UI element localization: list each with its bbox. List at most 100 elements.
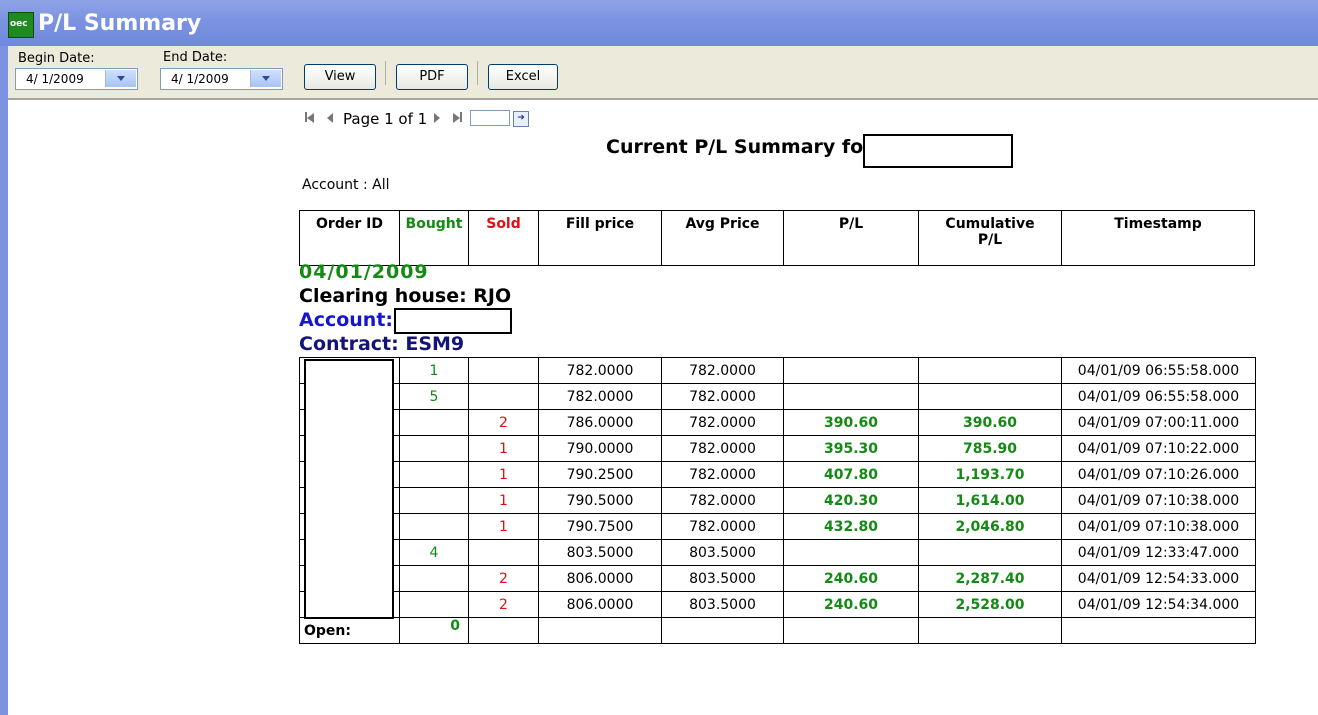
table-row: 1 790.7500 782.0000 432.80 2,046.80 04/01/09 …: [299, 513, 1256, 540]
timestamp-cell: 04/01/09 12:33:47.000: [1061, 539, 1256, 566]
pl-cell: 240.60: [783, 565, 919, 592]
window-left-border: [0, 46, 8, 715]
next-page-icon[interactable]: [434, 113, 440, 123]
page-indicator: Page 1 of 1: [343, 110, 428, 128]
open-row-empty-cell: [918, 617, 1062, 644]
table-row: 1 782.0000 782.0000 04/01/09 06:55:58.000: [299, 357, 1256, 384]
page-number-input[interactable]: [470, 110, 510, 126]
pl-cell: 390.60: [783, 409, 919, 436]
header-cumulative-pl-label: Cumulative P/L: [945, 216, 1035, 248]
clearing-house: Clearing house: RJO: [299, 285, 512, 307]
sold-cell: 1: [468, 461, 539, 488]
avg-price-cell: 803.5000: [661, 591, 784, 618]
go-to-page-icon[interactable]: ➜: [513, 111, 529, 127]
cumulative-pl-cell: 1,614.00: [918, 487, 1062, 514]
fill-price-cell: 782.0000: [538, 383, 662, 410]
header-row: Order ID Bought Sold Fill price Avg Pric…: [299, 210, 1255, 266]
app-icon-text: oec: [10, 19, 28, 29]
fill-price-cell: 790.5000: [538, 487, 662, 514]
pdf-button[interactable]: PDF: [396, 64, 468, 90]
sold-cell: 1: [468, 487, 539, 514]
open-row-empty-cell: [468, 617, 539, 644]
avg-price-cell: 782.0000: [661, 513, 784, 540]
cumulative-pl-cell: 2,528.00: [918, 591, 1062, 618]
open-label: Open:: [299, 617, 400, 644]
avg-price-cell: 782.0000: [661, 383, 784, 410]
header-timestamp: Timestamp: [1061, 210, 1255, 266]
last-page-arrow-icon[interactable]: [453, 113, 460, 123]
pl-cell: 420.30: [783, 487, 919, 514]
pl-cell: [783, 383, 919, 410]
report-title: Current P/L Summary for: [606, 136, 873, 158]
avg-price-cell: 803.5000: [661, 539, 784, 566]
fill-price-cell: 790.2500: [538, 461, 662, 488]
excel-button[interactable]: Excel: [488, 64, 558, 90]
toolbar-separator: [477, 61, 478, 85]
cumulative-pl-cell: 785.90: [918, 435, 1062, 462]
end-date-picker[interactable]: 4/ 1/2009: [160, 68, 283, 90]
table-row: 4 803.5000 803.5000 04/01/09 12:33:47.000: [299, 539, 1256, 566]
bought-cell: [399, 487, 469, 514]
timestamp-cell: 04/01/09 06:55:58.000: [1061, 357, 1256, 384]
chevron-down-icon[interactable]: [250, 70, 281, 87]
table-row: 1 790.2500 782.0000 407.80 1,193.70 04/01/09 …: [299, 461, 1256, 488]
fill-price-cell: 790.0000: [538, 435, 662, 462]
pl-cell: 395.30: [783, 435, 919, 462]
open-row-empty-cell: [1061, 617, 1256, 644]
timestamp-cell: 04/01/09 12:54:34.000: [1061, 591, 1256, 618]
sold-cell: [468, 539, 539, 566]
title-bar: oec P/L Summary: [0, 0, 1318, 46]
sold-cell: 1: [468, 513, 539, 540]
table-row: 1 790.5000 782.0000 420.30 1,614.00 04/01/09 …: [299, 487, 1256, 514]
redacted-account-box: [394, 308, 512, 334]
open-row: Open: 0: [299, 617, 1256, 644]
sold-cell: 2: [468, 591, 539, 618]
avg-price-cell: 782.0000: [661, 461, 784, 488]
avg-price-cell: 782.0000: [661, 435, 784, 462]
view-button[interactable]: View: [304, 64, 376, 90]
last-page-icon[interactable]: [460, 112, 462, 122]
bought-cell: 1: [399, 357, 469, 384]
timestamp-cell: 04/01/09 06:55:58.000: [1061, 383, 1256, 410]
pl-cell: [783, 539, 919, 566]
account-label: Account:: [299, 309, 394, 331]
table-row: 1 790.0000 782.0000 395.30 785.90 04/01/09 07…: [299, 435, 1256, 462]
end-date-label: End Date:: [163, 50, 228, 65]
table-row: 5 782.0000 782.0000 04/01/09 06:55:58.000: [299, 383, 1256, 410]
timestamp-cell: 04/01/09 12:54:33.000: [1061, 565, 1256, 592]
begin-date-value: 4/ 1/2009: [26, 72, 84, 86]
open-value: 0: [399, 617, 469, 644]
fill-price-cell: 803.5000: [538, 539, 662, 566]
header-bought: Bought: [399, 210, 469, 266]
pl-cell: 432.80: [783, 513, 919, 540]
header-cumulative-pl: Cumulative P/L: [918, 210, 1062, 266]
sold-cell: 2: [468, 409, 539, 436]
bought-cell: [399, 409, 469, 436]
chevron-down-icon[interactable]: [105, 70, 136, 87]
header-sold: Sold: [468, 210, 539, 266]
timestamp-cell: 04/01/09 07:10:38.000: [1061, 513, 1256, 540]
bought-cell: [399, 435, 469, 462]
first-page-arrow-icon[interactable]: [307, 113, 314, 123]
begin-date-label: Begin Date:: [18, 51, 95, 66]
bought-cell: [399, 591, 469, 618]
table-row: 2 786.0000 782.0000 390.60 390.60 04/01/09 07…: [299, 409, 1256, 436]
redacted-order-ids: [304, 359, 394, 619]
open-row-empty-cell: [538, 617, 662, 644]
trade-table: 1 782.0000 782.0000 04/01/09 06:55:58.000 5 7…: [299, 357, 1256, 644]
previous-page-icon[interactable]: [327, 113, 333, 123]
pl-cell: [783, 357, 919, 384]
cumulative-pl-cell: [918, 357, 1062, 384]
fill-price-cell: 786.0000: [538, 409, 662, 436]
cumulative-pl-cell: 390.60: [918, 409, 1062, 436]
contract-label: Contract: ESM9: [299, 333, 465, 355]
table-row: 2 806.0000 803.5000 240.60 2,528.00 04/01/09 …: [299, 591, 1256, 618]
bought-cell: [399, 565, 469, 592]
sold-cell: [468, 383, 539, 410]
cumulative-pl-cell: 2,287.40: [918, 565, 1062, 592]
app-icon: oec: [8, 12, 34, 38]
bought-cell: 5: [399, 383, 469, 410]
begin-date-picker[interactable]: 4/ 1/2009: [15, 68, 138, 90]
bought-cell: 4: [399, 539, 469, 566]
window-title: P/L Summary: [38, 11, 202, 36]
